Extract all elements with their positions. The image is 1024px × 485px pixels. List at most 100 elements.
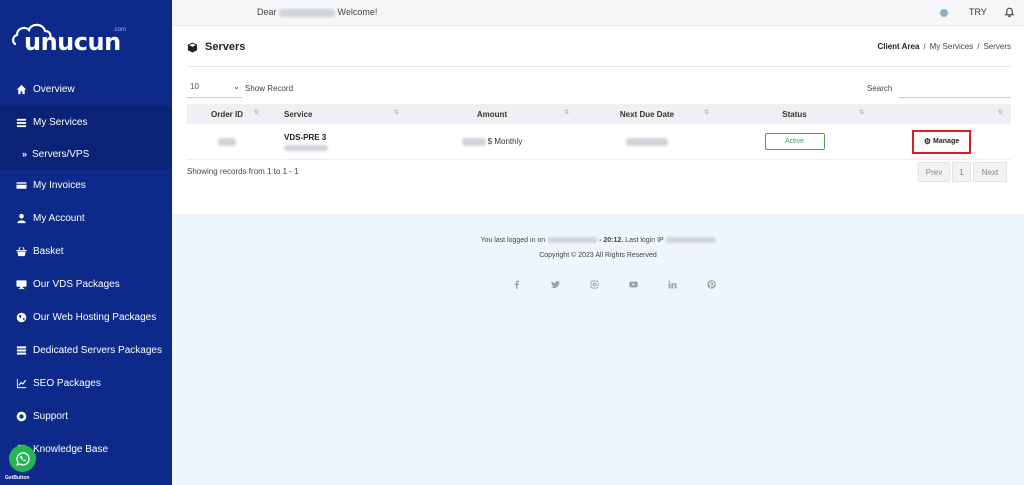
footer: You last logged in on - 20:12. Last logi… [172,214,1024,485]
column-header-amount[interactable]: Amount ⇅ [407,104,577,124]
sidebar-item-label: Overview [33,84,75,95]
search-input[interactable] [899,78,1011,98]
column-header-service[interactable]: Service ⇅ [267,104,407,124]
last-login-prefix: You last logged in on [480,237,546,244]
sidebar-item-servers-vps[interactable]: » Servers/VPS [0,139,172,169]
brand-name: unucun [24,28,121,56]
column-header-status[interactable]: Status ⇅ [717,104,872,124]
column-header-order-id[interactable]: Order ID ⇅ [187,104,267,124]
sidebar: unucun .com Overview My Services » Serve… [0,0,172,485]
header-label: Status [782,109,807,119]
servers-table: Order ID ⇅ Service ⇅ Amount ⇅ Next Due Date… [187,104,1011,160]
sort-icon: ⇅ [703,110,709,116]
monitor-icon [16,279,27,290]
page-title: Servers [187,41,245,53]
main-content: Servers Client Area / My Services / Servers … [172,26,1024,214]
youtube-icon[interactable] [614,280,653,289]
pinterest-icon[interactable] [692,280,731,289]
cell-actions: ⚙ Manage [872,124,1011,160]
linkedin-icon[interactable] [653,280,692,289]
facebook-icon[interactable] [497,280,536,289]
redacted-order-id [218,137,236,146]
sidebar-item-basket[interactable]: Basket [0,235,172,268]
sort-icon: ⇅ [253,110,259,116]
cell-status: Active [717,124,872,160]
sidebar-item-label: SEO Packages [33,378,101,389]
manage-label: Manage [933,138,960,145]
getbutton-label[interactable]: GetButton [5,475,29,481]
sidebar-item-vds-packages[interactable]: Our VDS Packages [0,268,172,301]
sidebar-item-my-invoices[interactable]: My Invoices [0,169,172,202]
sidebar-item-my-services[interactable]: My Services [0,106,172,139]
redacted-ip [665,237,716,244]
sidebar-item-label: Knowledge Base [33,444,109,455]
credit-card-icon [16,180,27,191]
sidebar-item-label: Our VDS Packages [33,279,120,290]
pagination-info: Showing records from 1 to 1 - 1 [187,167,299,176]
chevron-down-icon: ⌄ [233,82,240,91]
sidebar-item-label: Dedicated Servers Packages [33,345,162,356]
list-icon [16,117,27,128]
sidebar-item-overview[interactable]: Overview [0,73,172,106]
currency-selector[interactable]: TRY [969,7,987,17]
breadcrumb: Client Area / My Services / Servers [877,42,1011,51]
breadcrumb-item-servers: Servers [983,42,1011,51]
search-label: Search [867,84,893,93]
sidebar-item-dedicated-servers[interactable]: Dedicated Servers Packages [0,334,172,367]
sidebar-item-my-account[interactable]: My Account [0,202,172,235]
sort-icon: ⇅ [563,110,569,116]
redacted-service-ip [284,144,328,151]
sort-icon: ⇅ [997,110,1003,116]
home-icon [16,84,27,95]
service-name: VDS-PRE 3 [284,132,327,142]
records-per-page-value: 10 [190,82,199,91]
prev-page-button[interactable]: Prev [918,162,950,182]
basket-icon [16,246,27,257]
sidebar-item-web-hosting-packages[interactable]: Our Web Hosting Packages [0,301,172,334]
cell-order-id [187,124,267,160]
header-label: Amount [476,109,508,119]
welcome-message: Dear Welcome! [257,7,377,17]
table-row[interactable]: VDS-PRE 3 $ Monthly Active ⚙ Manage [187,124,1011,160]
topbar: Dear Welcome! TRY [172,0,1024,26]
last-login-ip-prefix: Last login IP [625,237,664,244]
next-page-button[interactable]: Next [973,162,1007,182]
bell-icon[interactable] [1004,6,1015,18]
sidebar-item-support[interactable]: Support [0,400,172,433]
redacted-amount [461,137,486,146]
copyright: Copyright © 2023 All Rights Reserved [539,252,657,259]
status-dot [940,9,948,17]
manage-button[interactable]: ⚙ Manage [912,129,971,154]
breadcrumb-item-my-services[interactable]: My Services [930,42,974,51]
sidebar-item-label: Support [33,411,69,422]
sort-icon: ⇅ [393,110,399,116]
records-per-page-select[interactable]: 10 ⌄ [187,78,242,98]
instagram-icon[interactable] [575,280,614,289]
last-login-time: - 20:12. [599,237,624,244]
column-header-next-due-date[interactable]: Next Due Date ⇅ [577,104,717,124]
sidebar-item-seo-packages[interactable]: SEO Packages [0,367,172,400]
breadcrumb-separator: / [923,42,926,51]
table-header: Order ID ⇅ Service ⇅ Amount ⇅ Next Due Date… [187,104,1011,124]
sidebar-item-label: My Invoices [33,180,86,191]
sidebar-item-label: My Services [33,117,88,128]
page-1-button[interactable]: 1 [952,162,971,182]
header-label: Next Due Date [619,109,675,119]
sidebar-item-label: Basket [33,246,64,257]
whatsapp-button[interactable] [9,445,36,472]
redacted-login-date [547,237,598,244]
chart-icon [16,378,27,389]
sort-icon: ⇅ [858,110,864,116]
cell-service: VDS-PRE 3 [267,124,407,160]
sidebar-item-label: Servers/VPS [32,148,90,160]
cube-icon [187,41,198,53]
whatsapp-icon [15,451,30,466]
sidebar-item-label: Our Web Hosting Packages [33,312,157,323]
redacted-username [279,8,336,17]
sidebar-item-label: My Account [33,213,85,224]
breadcrumb-item-client-area[interactable]: Client Area [877,42,919,51]
divider [187,66,1011,67]
twitter-icon[interactable] [536,280,575,289]
lifebuoy-icon [16,411,27,422]
cell-next-due-date [577,124,717,160]
